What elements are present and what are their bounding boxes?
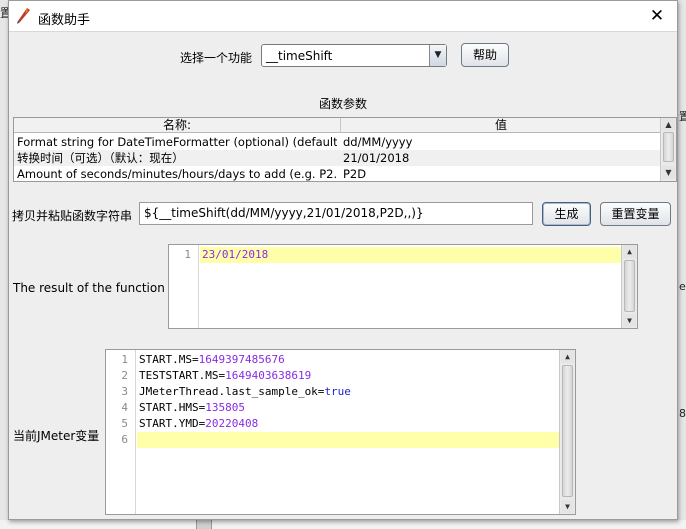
line-number: 3 [121,385,128,398]
variable-key: TESTSTART.MS= [139,369,226,382]
scroll-down-icon[interactable]: ▼ [561,500,574,513]
table-header: 名称: 值 [14,118,661,133]
param-name: Amount of seconds/minutes/hours/days to … [17,167,337,181]
param-name: Format string for DateTimeFormatter (opt… [17,135,337,149]
function-helper-dialog: 函数助手 ✕ 选择一个功能 __timeShift ▼ 帮助 函数参数 名称: … [8,0,678,520]
scroll-thumb[interactable] [562,365,573,497]
reset-variables-button[interactable]: 重置变量 [600,202,671,226]
scroll-up-icon[interactable]: ▲ [662,118,675,131]
line-number: 1 [121,353,128,366]
scroll-down-icon[interactable]: ▼ [623,314,636,327]
background-right-strip [678,0,686,529]
line-number-gutter: 1 2 3 4 5 6 [106,350,136,514]
result-text-area[interactable]: 1 23/01/2018 ▲ ▼ [168,244,638,329]
variable-key: START.MS= [139,353,199,366]
background-bottom-handle [196,520,212,529]
variable-value: true [324,385,351,398]
background-right-text-2: ea [679,280,686,293]
background-bottom-strip [0,520,686,529]
select-function-label: 选择一个功能 [180,51,253,65]
column-header-value[interactable]: 值 [341,118,661,133]
variable-value: 20220408 [205,417,259,430]
line-number: 6 [121,433,128,446]
function-string-input[interactable]: ${__timeShift(dd/MM/yyyy,21/01/2018,P2D,… [139,202,533,225]
close-button[interactable]: ✕ [637,1,677,32]
feather-icon [17,8,30,24]
param-value[interactable]: 21/01/2018 [343,150,643,166]
column-header-name[interactable]: 名称: [14,118,341,133]
function-string-label: 拷贝并粘贴函数字符串 [12,209,133,223]
generate-button[interactable]: 生成 [542,202,591,226]
result-scrollbar[interactable]: ▲ ▼ [621,245,637,328]
line-number-gutter: 1 [169,245,199,328]
current-line-highlight [137,432,560,448]
variable-value: 1649403638619 [225,369,312,382]
params-scrollbar[interactable]: ▲ ▼ [660,118,676,181]
table-row[interactable]: Amount of seconds/minutes/hours/days to … [14,166,661,182]
background-right-text-3: 8 [679,407,686,420]
function-select-value: __timeShift [266,49,333,63]
window-title: 函数助手 [38,13,91,28]
variable-key: JMeterThread.last_sample_ok= [139,385,325,398]
table-row[interactable]: Format string for DateTimeFormatter (opt… [14,134,661,150]
line-number: 5 [121,417,128,430]
result-value: 23/01/2018 [202,248,269,261]
table-row[interactable]: 转换时间（可选）（默认：现在） 21/01/2018 [14,150,661,166]
function-select[interactable]: __timeShift ▼ [261,44,447,67]
variable-line: START.YMD=20220408 [139,416,258,432]
variable-line: TESTSTART.MS=1649403638619 [139,368,311,384]
chevron-down-icon[interactable]: ▼ [429,45,446,66]
variable-line: START.HMS=135805 [139,400,245,416]
variable-key: START.YMD= [139,417,206,430]
help-button[interactable]: 帮助 [461,43,509,67]
scroll-up-icon[interactable]: ▲ [561,350,574,363]
title-bar[interactable]: 函数助手 ✕ [9,1,677,32]
line-number: 4 [121,401,128,414]
function-params-label: 函数参数 [319,97,368,111]
background-right-text-1: 置 [679,110,686,123]
variable-line: START.MS=1649397485676 [139,352,285,368]
variables-scrollbar[interactable]: ▲ ▼ [559,350,575,514]
jmeter-variables-label: 当前JMeter变量 [13,429,100,443]
variable-key: START.HMS= [139,401,206,414]
background-left-strip [0,0,8,529]
param-value[interactable]: P2D [343,166,643,182]
variable-value: 1649397485676 [198,353,285,366]
scroll-up-icon[interactable]: ▲ [623,245,636,258]
scroll-thumb[interactable] [624,260,635,312]
variable-value: 135805 [205,401,245,414]
line-number: 2 [121,369,128,382]
jmeter-variables-text-area[interactable]: 1 2 3 4 5 6 START.MS=1649397485676 TESTS… [105,349,576,515]
result-label: The result of the function is [13,281,179,295]
function-params-table: 名称: 值 Format string for DateTimeFormatte… [13,117,677,182]
line-number: 1 [184,248,191,261]
param-value[interactable]: dd/MM/yyyy [343,134,643,150]
param-name: 转换时间（可选）（默认：现在） [17,151,184,165]
scroll-thumb[interactable] [663,132,674,162]
scroll-down-icon[interactable]: ▼ [662,166,675,179]
variable-line: JMeterThread.last_sample_ok=true [139,384,351,400]
